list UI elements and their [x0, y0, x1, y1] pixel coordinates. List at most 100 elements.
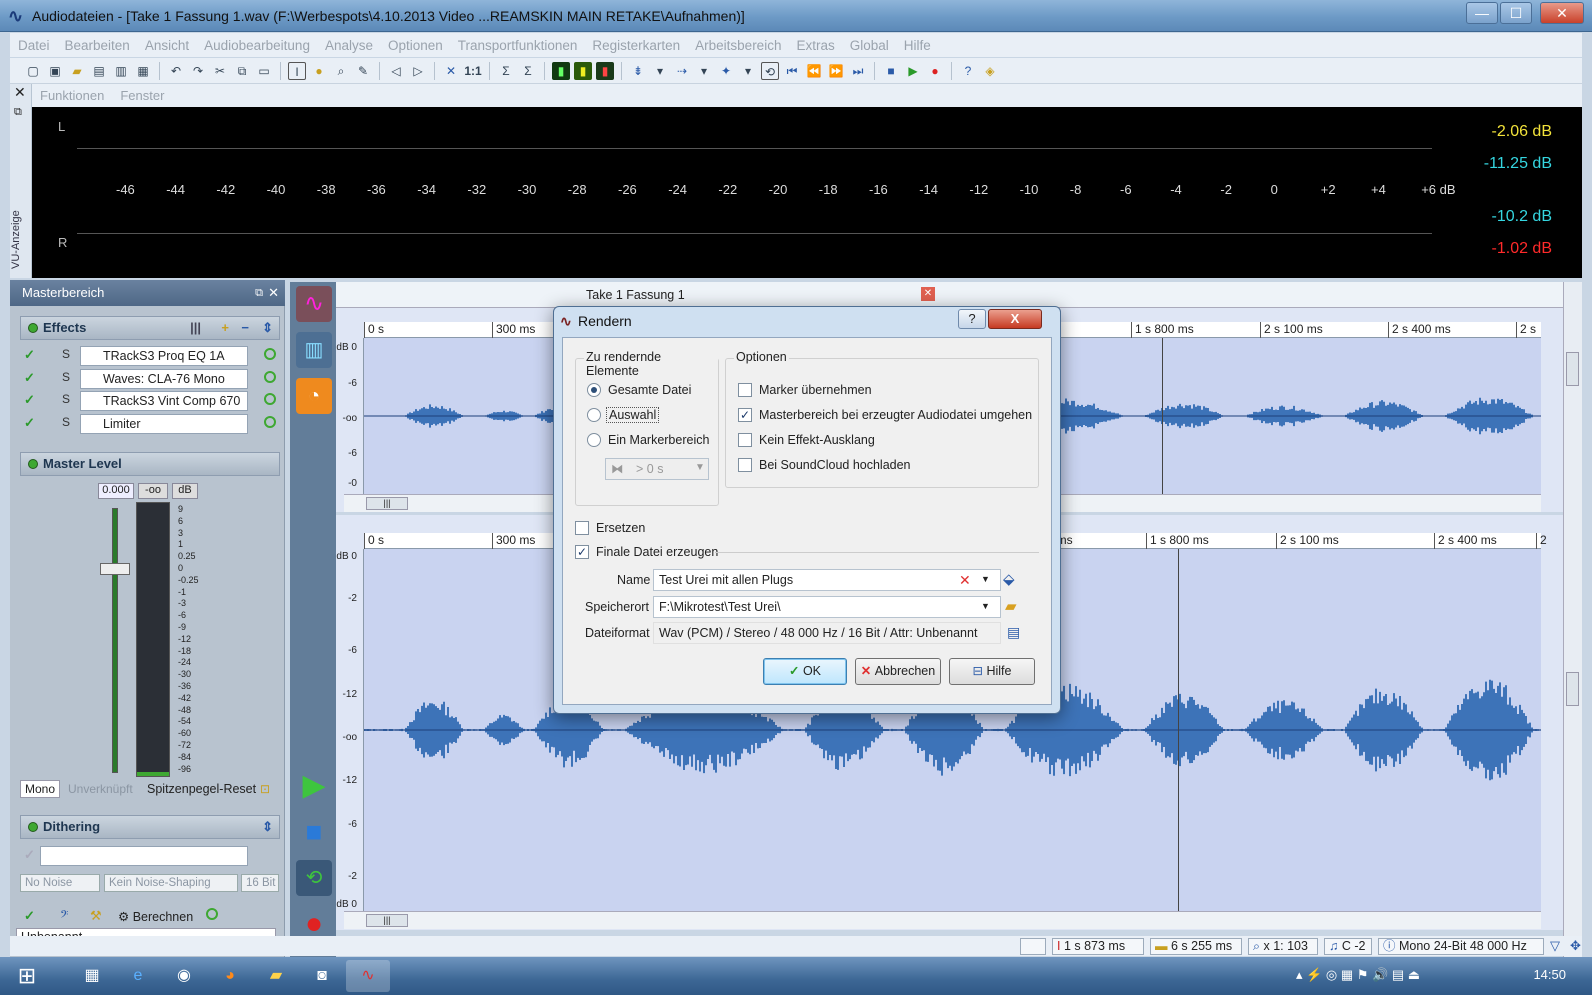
radio-entire-file[interactable]: [587, 383, 601, 397]
app-icon[interactable]: ▦: [70, 960, 114, 992]
dither-plugin[interactable]: [40, 846, 248, 866]
help-button[interactable]: ⊟ Hilfe: [949, 658, 1035, 685]
status-format[interactable]: ⓘ Mono 24-Bit 48 000 Hz: [1378, 938, 1544, 955]
cut-icon[interactable]: ✂: [211, 62, 229, 80]
audio-app-icon[interactable]: ∿: [346, 960, 390, 992]
reorder-icon[interactable]: ⇕: [262, 816, 273, 838]
forward-icon[interactable]: ▷: [409, 62, 427, 80]
paste-icon[interactable]: ▭: [255, 62, 273, 80]
menu-arbeitsbereich[interactable]: Arbeitsbereich: [695, 38, 781, 53]
scroll-thumb[interactable]: |||: [366, 914, 408, 927]
save-icon[interactable]: ▤: [90, 62, 108, 80]
copy-icon[interactable]: ⧉: [233, 62, 251, 80]
dither-enabled-indicator[interactable]: [28, 822, 38, 832]
pencil-icon[interactable]: ✎: [354, 62, 372, 80]
meter-icon[interactable]: ▮: [574, 61, 592, 80]
remove-effect-icon[interactable]: −: [241, 317, 249, 339]
checkbox-no-effect-tail[interactable]: [738, 433, 752, 447]
check-icon[interactable]: ✓: [24, 415, 35, 431]
vertical-scrollbar[interactable]: [1563, 282, 1582, 972]
dropdown-icon[interactable]: ▾: [651, 62, 669, 80]
fader-handle[interactable]: [100, 563, 130, 575]
add-effect-icon[interactable]: +: [221, 317, 229, 339]
effect-slot[interactable]: ✓ S TRackS3 Vint Comp 670: [20, 390, 280, 412]
keep-markers-label[interactable]: Marker übernehmen: [759, 383, 872, 397]
start-button[interactable]: ⊞: [2, 960, 52, 992]
effect-name[interactable]: Waves: CLA-76 Mono: [80, 369, 248, 389]
analyzer-icon[interactable]: ▮: [596, 61, 614, 80]
effects-section[interactable]: Effects ||| + − ⇕: [20, 316, 280, 340]
power-icon[interactable]: [264, 393, 276, 405]
move-icon[interactable]: ✥: [1570, 938, 1581, 954]
bass-clef-icon[interactable]: 𝄢: [60, 908, 68, 924]
spectrum-view-icon[interactable]: ▥: [296, 332, 332, 368]
effect-slot[interactable]: ✓ S Limiter: [20, 413, 280, 435]
replace-label[interactable]: Ersetzen: [596, 521, 645, 535]
check-icon[interactable]: ✓: [24, 347, 35, 363]
menu-optionen[interactable]: Optionen: [388, 38, 443, 53]
clock[interactable]: 14:50: [1533, 967, 1566, 982]
level-enabled-indicator[interactable]: [28, 459, 38, 469]
cancel-button[interactable]: ✕ Abbrechen: [855, 658, 941, 685]
stop-button[interactable]: ■: [296, 814, 332, 850]
format-value[interactable]: Wav (PCM) / Stereo / 48 000 Hz / 16 Bit …: [653, 622, 1001, 644]
menu-hilfe[interactable]: Hilfe: [904, 38, 931, 53]
columns-icon[interactable]: |||: [190, 317, 201, 339]
fast-forward-icon[interactable]: ⏩: [827, 62, 845, 80]
effects-enabled-indicator[interactable]: [28, 323, 38, 333]
loop-icon[interactable]: ⟲: [761, 61, 779, 80]
help-icon[interactable]: ?: [959, 62, 977, 80]
check-icon[interactable]: ✓: [24, 392, 35, 408]
effect-slot[interactable]: ✓ S Waves: CLA-76 Mono: [20, 368, 280, 390]
spectrum-icon[interactable]: ▮: [552, 61, 570, 80]
playhead[interactable]: [1178, 549, 1179, 911]
check-icon[interactable]: ✓: [24, 370, 35, 386]
power-icon[interactable]: [264, 348, 276, 360]
status-zoom[interactable]: ⌕ x 1: 103: [1248, 938, 1318, 955]
noise-shaping-select[interactable]: Kein Noise-Shaping: [104, 874, 238, 892]
clear-icon[interactable]: ✕: [959, 572, 971, 589]
funcbar-fenster[interactable]: Fenster: [120, 88, 164, 103]
sum-icon[interactable]: Σ: [497, 62, 515, 80]
chevron-down-icon[interactable]: ▼: [981, 574, 990, 584]
bit-depth-select[interactable]: 16 Bit: [241, 874, 279, 892]
dither-slot[interactable]: ✓: [20, 845, 280, 867]
open-folder-icon[interactable]: ▰: [68, 62, 86, 80]
power-icon[interactable]: [264, 371, 276, 383]
menu-audiobearbeitung[interactable]: Audiobearbeitung: [204, 38, 310, 53]
menu-registerkarten[interactable]: Registerkarten: [592, 38, 680, 53]
location-input[interactable]: F:\Mikrotest\Test Urei\: [653, 596, 1001, 618]
bypass-master-label[interactable]: Masterbereich bei erzeugter Audiodatei u…: [759, 408, 1032, 422]
fader-track[interactable]: [112, 508, 118, 773]
folder-icon[interactable]: ▰: [1005, 597, 1017, 615]
format-settings-icon[interactable]: ▤: [1007, 624, 1020, 641]
effect-name[interactable]: TRackS3 Proq EQ 1A: [80, 346, 248, 366]
marker-icon[interactable]: ⇟: [629, 62, 647, 80]
dialog-close-button[interactable]: X: [988, 309, 1042, 329]
play-button[interactable]: ▶: [296, 768, 332, 804]
radio-selection[interactable]: [587, 408, 601, 422]
status-key[interactable]: ♫ C -2: [1324, 938, 1372, 955]
effect-name[interactable]: TRackS3 Vint Comp 670: [80, 391, 248, 411]
menu-global[interactable]: Global: [850, 38, 889, 53]
radio-selection-label[interactable]: Auswahl: [606, 407, 660, 423]
tag-icon[interactable]: ⬙: [1003, 570, 1015, 588]
horizontal-scrollbar[interactable]: |||: [344, 911, 1541, 929]
master-level-section[interactable]: Master Level: [20, 452, 280, 476]
app-icon[interactable]: ◉: [162, 960, 206, 992]
solo-button[interactable]: S: [62, 347, 70, 361]
filter-icon[interactable]: ▽: [1550, 938, 1560, 954]
radio-marker-range-label[interactable]: Ein Markerbereich: [608, 433, 709, 447]
wrench-icon[interactable]: ⚒: [90, 908, 102, 924]
radio-marker-range[interactable]: [587, 433, 601, 447]
minimize-button[interactable]: —: [1466, 2, 1498, 24]
redo-icon[interactable]: ↷: [189, 62, 207, 80]
chevron-down-icon[interactable]: ▼: [981, 601, 990, 611]
play-icon[interactable]: ▶: [904, 62, 922, 80]
unlinked-button[interactable]: Unverknüpft: [68, 782, 133, 796]
radio-entire-file-label[interactable]: Gesamte Datei: [608, 383, 691, 397]
level-value[interactable]: 0.000: [98, 483, 134, 499]
soundcloud-label[interactable]: Bei SoundCloud hochladen: [759, 458, 911, 472]
playhead[interactable]: [1162, 338, 1163, 494]
maximize-button[interactable]: ☐: [1500, 2, 1532, 24]
